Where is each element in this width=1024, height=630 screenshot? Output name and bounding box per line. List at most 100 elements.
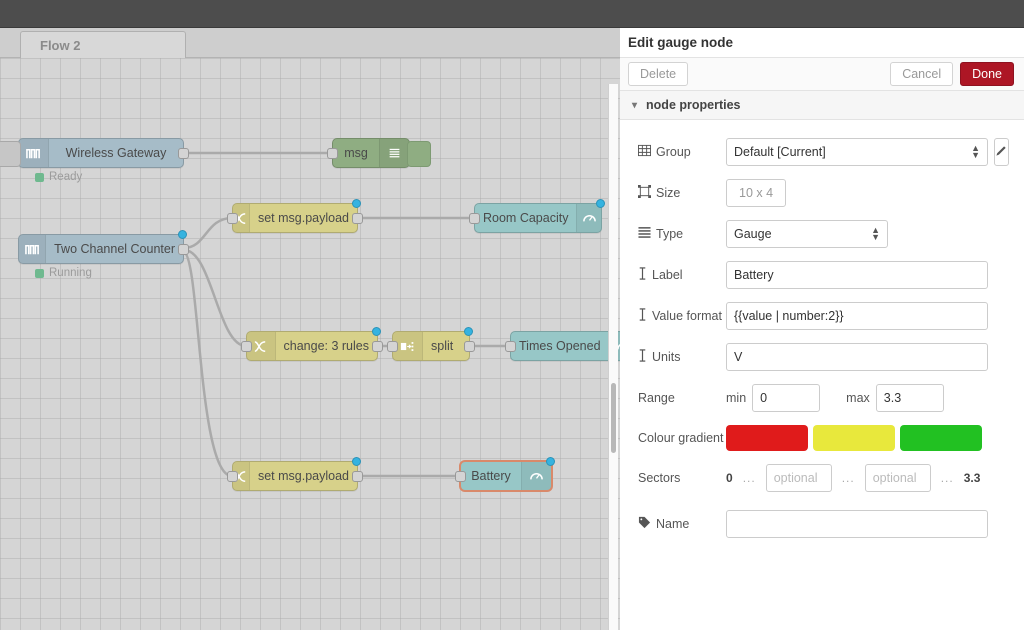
node-set-msg-payload-2[interactable]: set msg.payload — [227, 457, 363, 491]
node-split[interactable]: split — [387, 327, 475, 361]
panel-title-text: Edit gauge node — [628, 35, 734, 50]
unsaved-changes-dot — [372, 327, 381, 336]
sector-end-value: 3.3 — [963, 471, 981, 485]
label-input[interactable] — [726, 261, 988, 289]
unsaved-changes-dot — [596, 199, 605, 208]
label-label-text: Label — [652, 268, 683, 282]
range-min-input[interactable] — [752, 384, 821, 412]
group-select-wrap: ▲▼ — [726, 138, 988, 166]
value-format-input[interactable] — [726, 302, 988, 330]
units-label: Units — [638, 349, 726, 365]
edit-group-button[interactable] — [994, 138, 1009, 166]
input-port[interactable] — [455, 471, 466, 482]
node-times-opened[interactable]: Times Opened — [505, 331, 620, 361]
colour-gradient-label-text: Colour gradient — [638, 431, 724, 445]
output-port[interactable] — [352, 471, 363, 482]
node-battery[interactable]: Battery — [455, 457, 555, 491]
colour-swatch-2[interactable] — [813, 425, 895, 451]
node-wireless-gateway[interactable]: Wireless Gateway Ready — [0, 138, 189, 183]
input-port[interactable] — [327, 148, 338, 159]
name-label: Name — [638, 516, 726, 532]
form-row-units: Units — [638, 343, 1006, 371]
done-button[interactable]: Done — [960, 62, 1014, 86]
type-label-text: Type — [656, 227, 684, 241]
section-label: node properties — [646, 98, 741, 112]
form-row-range: Range min max — [638, 384, 1006, 412]
input-port[interactable] — [469, 213, 480, 224]
delete-button[interactable]: Delete — [628, 62, 689, 86]
status-text: Ready — [49, 171, 83, 183]
input-port[interactable] — [387, 341, 398, 352]
panel-action-bar: Delete Cancel Done — [620, 58, 1024, 91]
range-max-label: max — [846, 391, 870, 405]
sector-input-1[interactable] — [765, 464, 832, 492]
form-row-sectors: Sectors 0 ... ... ... 3.3 — [638, 464, 1006, 492]
node-msg-debug[interactable]: msg — [327, 138, 431, 168]
input-port[interactable] — [241, 341, 252, 352]
output-port[interactable] — [464, 341, 475, 352]
flow-editor: Flow 2 Wireless Gateway Ready Two Channe… — [0, 28, 620, 630]
flow-canvas[interactable]: Wireless Gateway Ready Two Channel Count… — [0, 58, 620, 630]
node-change-3-rules[interactable]: change: 3 rules — [241, 327, 383, 361]
node-label: set msg.payload — [257, 211, 349, 225]
pulse-icon — [19, 235, 47, 263]
name-input[interactable] — [726, 510, 988, 538]
form-row-colour-gradient: Colour gradient — [638, 425, 1006, 451]
app-header-bar — [0, 0, 1024, 28]
canvas-scrollbar-thumb[interactable] — [611, 383, 616, 453]
form-row-group: Group ▲▼ — [638, 138, 1009, 166]
node-label: split — [431, 339, 454, 353]
node-label: set msg.payload — [257, 469, 349, 483]
unsaved-changes-dot — [352, 199, 361, 208]
sectors-label: Sectors — [638, 471, 726, 485]
form-row-type: Type ▲▼ — [638, 220, 1006, 248]
link-node-button[interactable] — [0, 141, 21, 167]
node-status: Running — [35, 267, 92, 279]
resize-icon — [638, 185, 651, 201]
type-select-wrap: ▲▼ — [726, 220, 888, 248]
output-port[interactable] — [178, 148, 189, 159]
node-label: Times Opened — [519, 339, 601, 353]
colour-swatch-3[interactable] — [900, 425, 982, 451]
input-port[interactable] — [505, 341, 516, 352]
edit-node-panel: Edit gauge node Delete Cancel Done ▾ nod… — [620, 28, 1024, 630]
node-two-channel-counter[interactable]: Two Channel Counter Running — [18, 230, 189, 279]
chevron-down-icon: ▾ — [632, 99, 638, 111]
group-label: Group — [638, 144, 726, 160]
text-cursor-icon — [638, 349, 647, 365]
type-select[interactable] — [726, 220, 888, 248]
form-row-label: Label — [638, 261, 1006, 289]
value-format-label: Value format — [638, 308, 726, 324]
tab-flow-2[interactable]: Flow 2 — [20, 31, 186, 58]
cancel-button[interactable]: Cancel — [890, 62, 954, 86]
name-label-text: Name — [656, 517, 690, 531]
units-input[interactable] — [726, 343, 988, 371]
size-button[interactable]: 10 x 4 — [726, 179, 787, 207]
group-label-text: Group — [656, 145, 691, 159]
node-label: Battery — [471, 469, 511, 483]
value-format-label-text: Value format — [652, 309, 722, 323]
debug-enable-toggle[interactable] — [407, 141, 431, 167]
range-min-label: min — [726, 391, 747, 405]
input-port[interactable] — [227, 213, 238, 224]
tab-label: Flow 2 — [40, 37, 81, 53]
canvas-vertical-scrollbar[interactable] — [608, 84, 618, 630]
sector-input-2[interactable] — [864, 464, 931, 492]
range-max-input[interactable] — [875, 384, 944, 412]
output-port[interactable] — [178, 244, 189, 255]
output-port[interactable] — [372, 341, 383, 352]
node-label: Two Channel Counter — [54, 242, 175, 256]
node-room-capacity[interactable]: Room Capacity — [469, 199, 605, 233]
unsaved-changes-dot — [178, 230, 187, 239]
sector-separator-3: ... — [940, 471, 954, 485]
form-row-size: Size 10 x 4 — [638, 179, 1006, 207]
status-text: Running — [49, 267, 92, 279]
colour-swatch-1[interactable] — [726, 425, 808, 451]
node-properties-section-header[interactable]: ▾ node properties — [620, 91, 1024, 120]
input-port[interactable] — [227, 471, 238, 482]
range-label: Range — [638, 391, 726, 405]
node-status: Ready — [35, 171, 82, 183]
node-set-msg-payload-1[interactable]: set msg.payload — [227, 199, 363, 233]
output-port[interactable] — [352, 213, 363, 224]
group-select[interactable] — [726, 138, 988, 166]
